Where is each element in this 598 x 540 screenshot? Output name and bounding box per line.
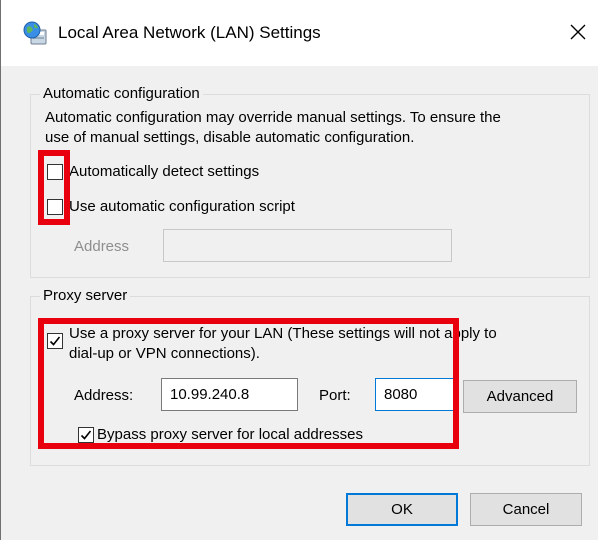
ok-button[interactable]: OK <box>346 493 458 526</box>
automatic-configuration-group-label: Automatic configuration <box>40 85 203 102</box>
auto-config-description-line1: Automatic configuration may override man… <box>45 109 501 126</box>
auto-config-address-input[interactable] <box>163 229 452 262</box>
auto-config-highlight-box <box>38 150 70 225</box>
close-icon <box>570 24 586 40</box>
window-border <box>0 0 1 540</box>
proxy-server-group-label: Proxy server <box>40 287 131 304</box>
advanced-button[interactable]: Advanced <box>463 380 577 413</box>
auto-config-address-label: Address <box>74 238 130 255</box>
auto-config-description-line2: use of manual settings, disable automati… <box>45 129 415 146</box>
dialog-title: Local Area Network (LAN) Settings <box>58 23 321 42</box>
close-button[interactable] <box>560 14 596 50</box>
network-globe-icon <box>22 20 48 46</box>
proxy-highlight-box <box>38 318 459 449</box>
cancel-button[interactable]: Cancel <box>470 493 582 526</box>
auto-config-script-label: Use automatic configuration script <box>69 198 295 215</box>
auto-detect-label: Automatically detect settings <box>69 163 260 180</box>
